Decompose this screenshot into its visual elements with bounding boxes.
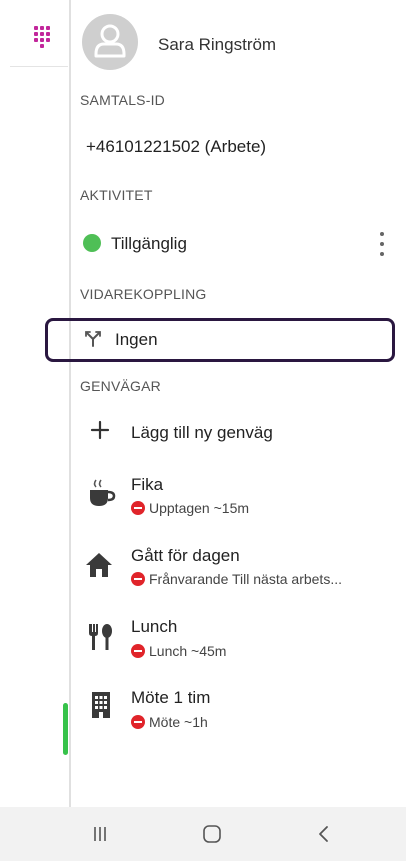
caller-id-section-label: SAMTALS-ID bbox=[80, 92, 165, 108]
rail-divider bbox=[69, 0, 71, 808]
status-indicator bbox=[83, 234, 101, 252]
person-icon bbox=[94, 24, 126, 58]
home-icon bbox=[86, 553, 112, 577]
activity-status[interactable]: Tillgänglig bbox=[111, 234, 187, 254]
building-icon bbox=[92, 692, 110, 718]
recent-apps-icon[interactable] bbox=[70, 807, 130, 861]
forwarding-section-label: VIDAREKOPPLING bbox=[80, 286, 207, 302]
dialpad-icon[interactable] bbox=[34, 26, 50, 48]
forwarding-value[interactable]: Ingen bbox=[115, 330, 158, 350]
shortcut-title[interactable]: Fika bbox=[131, 475, 163, 495]
drawer-handle[interactable] bbox=[63, 703, 68, 755]
shortcut-status-text: Lunch ~45m bbox=[149, 643, 227, 659]
left-rail bbox=[0, 0, 71, 808]
plus-icon[interactable] bbox=[90, 420, 110, 440]
shortcut-status-text: Möte ~1h bbox=[149, 714, 208, 730]
shortcut-title[interactable]: Gått för dagen bbox=[131, 546, 240, 566]
add-shortcut-button[interactable]: Lägg till ny genväg bbox=[131, 423, 273, 443]
shortcuts-section-label: GENVÄGAR bbox=[80, 378, 161, 394]
shortcut-status: Möte ~1h bbox=[131, 714, 208, 730]
system-nav-bar bbox=[0, 807, 406, 861]
shortcut-status: Frånvarande Till nästa arbets... bbox=[131, 571, 342, 587]
home-icon[interactable] bbox=[182, 807, 242, 861]
coffee-icon bbox=[90, 479, 116, 506]
activity-section-label: AKTIVITET bbox=[80, 187, 153, 203]
shortcut-title[interactable]: Lunch bbox=[131, 617, 177, 637]
busy-icon bbox=[131, 715, 145, 729]
busy-icon bbox=[131, 501, 145, 515]
shortcut-status-text: Frånvarande Till nästa arbets... bbox=[149, 571, 342, 587]
caller-id-value[interactable]: +46101221502 (Arbete) bbox=[86, 137, 266, 157]
shortcut-status: Lunch ~45m bbox=[131, 643, 226, 659]
busy-icon bbox=[131, 572, 145, 586]
busy-icon bbox=[131, 644, 145, 658]
avatar[interactable] bbox=[82, 14, 138, 70]
shortcut-status: Upptagen ~15m bbox=[131, 500, 249, 516]
shortcut-status-text: Upptagen ~15m bbox=[149, 500, 250, 516]
cutlery-icon bbox=[89, 624, 112, 650]
call-forward-icon bbox=[85, 331, 101, 347]
shortcut-title[interactable]: Möte 1 tim bbox=[131, 688, 210, 708]
more-options-icon[interactable] bbox=[372, 230, 392, 258]
user-name: Sara Ringström bbox=[158, 35, 277, 54]
back-icon[interactable] bbox=[294, 807, 354, 861]
